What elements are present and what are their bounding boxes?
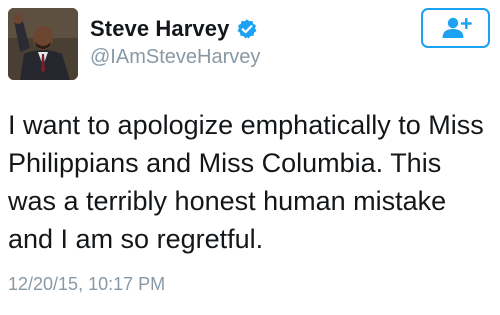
tweet-timestamp[interactable]: 12/20/15, 10:17 PM xyxy=(8,274,165,295)
user-handle[interactable]: @IAmSteveHarvey xyxy=(90,46,260,69)
user-info: Steve Harvey @IAmSteveHarvey xyxy=(90,15,260,69)
tweet-text: I want to apologize emphatically to Miss… xyxy=(8,110,484,254)
follow-button[interactable] xyxy=(421,8,490,48)
avatar[interactable] xyxy=(8,8,78,80)
display-name[interactable]: Steve Harvey xyxy=(90,16,229,42)
add-user-icon xyxy=(442,17,472,38)
tweet-card: Steve Harvey @IAmSteveHarvey I want to a… xyxy=(0,0,500,315)
profile-photo xyxy=(8,8,78,80)
verified-badge-icon xyxy=(236,18,258,40)
name-row: Steve Harvey xyxy=(90,15,260,43)
